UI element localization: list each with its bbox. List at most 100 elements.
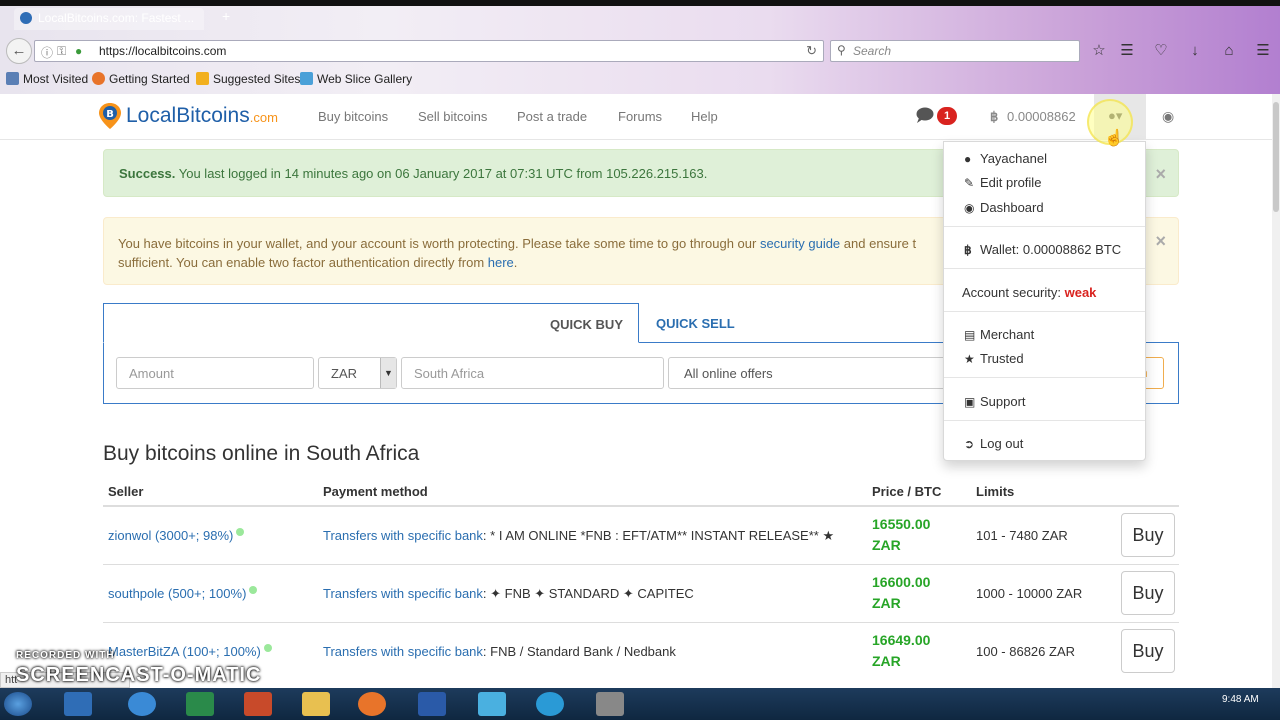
offers-value: All online offers bbox=[684, 366, 773, 381]
menu-label: Wallet: 0.00008862 BTC bbox=[980, 242, 1122, 257]
page-scrollbar[interactable] bbox=[1272, 94, 1280, 688]
nav-buy-bitcoins[interactable]: Buy bitcoins bbox=[318, 109, 388, 124]
menu-item-username[interactable]: ● Yayachanel bbox=[964, 151, 1047, 166]
price: 16600.00 ZAR bbox=[872, 572, 930, 614]
menu-label: Support bbox=[980, 394, 1026, 409]
tab-quick-sell[interactable]: QUICK SELL bbox=[656, 316, 735, 331]
menu-item-support[interactable]: ▣ Support bbox=[964, 394, 1026, 409]
url-bar[interactable]: ⓘ ⚿ ● https://localbitcoins.com ↻ bbox=[34, 40, 824, 62]
skype-icon[interactable] bbox=[478, 692, 506, 716]
bookmark-most-visited[interactable]: Most Visited bbox=[6, 72, 88, 86]
recorded-with-watermark: RECORDED WITH bbox=[16, 650, 115, 661]
bing-icon bbox=[196, 72, 209, 85]
menu-item-dashboard[interactable]: ◉ Dashboard bbox=[964, 200, 1044, 215]
warning-text: You have bitcoins in your wallet, and yo… bbox=[118, 236, 760, 251]
new-tab-button[interactable]: + bbox=[222, 8, 230, 24]
outlook-icon[interactable] bbox=[64, 692, 92, 716]
seller-link[interactable]: zionwol (3000+; 98%) bbox=[108, 528, 245, 543]
star-icon: ★ bbox=[964, 352, 975, 366]
menu-label: Edit profile bbox=[980, 175, 1042, 190]
localbitcoins-logo-icon[interactable]: B bbox=[98, 102, 122, 130]
chat-bubble-icon[interactable] bbox=[916, 107, 934, 123]
menu-label: Trusted bbox=[980, 351, 1024, 366]
firefox-icon[interactable] bbox=[358, 692, 386, 716]
payment-method-link[interactable]: Transfers with specific bank bbox=[323, 586, 483, 601]
powerpoint-icon[interactable] bbox=[244, 692, 272, 716]
menu-icon[interactable]: ☰ bbox=[1252, 40, 1274, 62]
info-icon[interactable]: ⓘ bbox=[41, 44, 53, 61]
nav-help[interactable]: Help bbox=[691, 109, 718, 124]
payment-details: : FNB / Standard Bank / Nedbank bbox=[482, 644, 676, 659]
ie-icon[interactable] bbox=[128, 692, 156, 716]
messenger-icon[interactable] bbox=[536, 692, 564, 716]
two-factor-link[interactable]: here bbox=[488, 255, 514, 270]
home-icon[interactable]: ⌂ bbox=[1218, 40, 1240, 62]
seller-link[interactable]: southpole (500+; 100%) bbox=[108, 586, 258, 601]
tab-quick-buy[interactable]: QUICK BUY bbox=[103, 303, 639, 343]
menu-item-logout[interactable]: ➲ Log out bbox=[964, 436, 1023, 451]
browser-tab[interactable]: LocalBitcoins.com: Fastest ... bbox=[14, 8, 204, 30]
firefox-icon bbox=[92, 72, 105, 85]
menu-divider bbox=[944, 226, 1145, 227]
column-payment-method: Payment method bbox=[323, 484, 428, 499]
buy-button[interactable]: Buy bbox=[1121, 571, 1175, 615]
word-icon[interactable] bbox=[418, 692, 446, 716]
currency-select[interactable]: ZAR ▼ bbox=[318, 357, 397, 389]
close-icon[interactable]: × bbox=[1155, 232, 1166, 251]
download-icon[interactable]: ↓ bbox=[1184, 40, 1206, 62]
seller-name: southpole (500+; 100%) bbox=[108, 586, 247, 601]
bookmark-label: Most Visited bbox=[23, 72, 89, 86]
menu-item-account-security[interactable]: Account security: weak bbox=[962, 285, 1096, 300]
key-icon: ⚿ bbox=[57, 44, 67, 58]
offers-select[interactable]: All online offers bbox=[668, 357, 948, 389]
excel-icon[interactable] bbox=[186, 692, 214, 716]
nav-sell-bitcoins[interactable]: Sell bitcoins bbox=[418, 109, 487, 124]
window-top-edge bbox=[0, 0, 1280, 6]
reload-icon[interactable]: ↻ bbox=[806, 43, 817, 59]
bookmark-star-icon[interactable]: ☆ bbox=[1088, 40, 1110, 62]
payment-method-link[interactable]: Transfers with specific bank bbox=[323, 644, 483, 659]
limits: 100 - 86826 ZAR bbox=[976, 644, 1076, 659]
start-button-icon[interactable] bbox=[4, 692, 32, 716]
hand-cursor-icon: ☝ bbox=[1104, 130, 1124, 147]
nav-forums[interactable]: Forums bbox=[618, 109, 662, 124]
amount-input[interactable]: Amount bbox=[116, 357, 314, 389]
site-logo[interactable]: LocalBitcoins.com bbox=[126, 104, 278, 128]
back-button[interactable]: ← bbox=[6, 38, 32, 64]
nav-post-a-trade[interactable]: Post a trade bbox=[517, 109, 587, 124]
browser-search-field[interactable]: ⚲ Search bbox=[830, 40, 1080, 62]
reader-list-icon[interactable]: ☰ bbox=[1116, 40, 1138, 62]
snipping-tool-icon[interactable] bbox=[596, 692, 624, 716]
close-icon[interactable]: × bbox=[1155, 164, 1166, 185]
dashboard-gauge-icon: ◉ bbox=[964, 201, 975, 215]
notification-badge[interactable]: 1 bbox=[937, 107, 957, 125]
menu-item-trusted[interactable]: ★ Trusted bbox=[964, 351, 1024, 366]
buy-button[interactable]: Buy bbox=[1121, 629, 1175, 673]
menu-divider bbox=[944, 377, 1145, 378]
menu-item-edit-profile[interactable]: ✎ Edit profile bbox=[964, 175, 1041, 190]
online-status-icon bbox=[263, 644, 272, 652]
security-guide-link[interactable]: security guide bbox=[760, 236, 840, 251]
browser-search-placeholder: Search bbox=[853, 44, 892, 58]
menu-item-wallet[interactable]: ฿ Wallet: 0.00008862 BTC bbox=[964, 242, 1121, 257]
menu-item-merchant[interactable]: ▤ Merchant bbox=[964, 327, 1034, 342]
bitcoin-icon: ฿ bbox=[964, 243, 972, 257]
country-input[interactable]: South Africa bbox=[401, 357, 664, 389]
dashboard-gauge-icon[interactable]: ◉ bbox=[1162, 108, 1174, 125]
payment-method-link[interactable]: Transfers with specific bank bbox=[323, 528, 483, 543]
explorer-icon[interactable] bbox=[302, 692, 330, 716]
menu-label: Dashboard bbox=[980, 200, 1044, 215]
svg-text:B: B bbox=[106, 109, 114, 120]
bookmark-suggested-sites[interactable]: Suggested Sites bbox=[196, 72, 300, 86]
buy-button[interactable]: Buy bbox=[1121, 513, 1175, 557]
menu-label: Merchant bbox=[980, 327, 1035, 342]
menu-label: Log out bbox=[980, 436, 1024, 451]
bookmark-web-slice-gallery[interactable]: Web Slice Gallery bbox=[300, 72, 412, 86]
system-clock[interactable]: 9:48 AM bbox=[1222, 694, 1259, 705]
scrollbar-thumb[interactable] bbox=[1273, 102, 1279, 212]
wallet-balance[interactable]: 0.00008862 bbox=[1007, 109, 1076, 124]
seller-link[interactable]: MasterBitZA (100+; 100%) bbox=[108, 644, 272, 659]
listing-heading: Buy bitcoins online in South Africa bbox=[103, 442, 420, 465]
bookmark-getting-started[interactable]: Getting Started bbox=[92, 72, 190, 86]
pocket-icon[interactable]: ♡ bbox=[1150, 40, 1172, 62]
